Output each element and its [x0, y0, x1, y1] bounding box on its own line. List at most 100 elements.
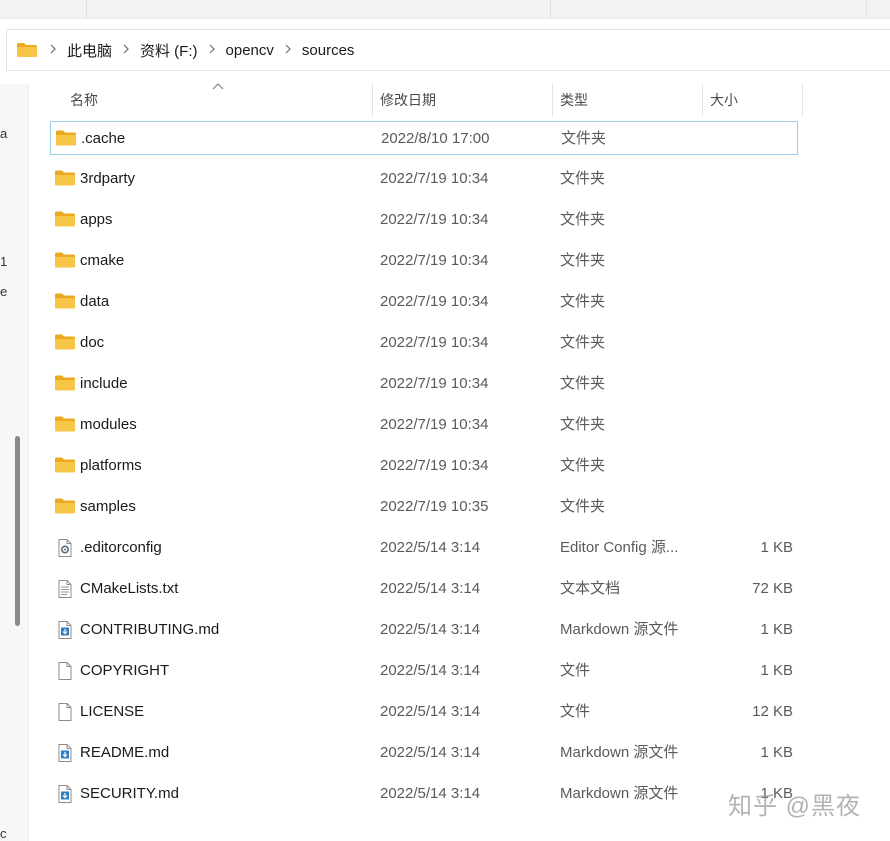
- chevron-right-icon: [204, 43, 220, 57]
- file-size: 1 KB: [760, 539, 793, 556]
- file-type: Markdown 源文件: [560, 744, 679, 761]
- breadcrumb-item[interactable]: 资料 (F:): [134, 40, 204, 61]
- file-row[interactable]: .cache 2022/8/10 17:00 文件夹: [50, 121, 798, 155]
- file-name: SECURITY.md: [80, 785, 179, 802]
- file-date: 2022/5/14 3:14: [380, 744, 481, 761]
- file-name: cmake: [80, 252, 125, 269]
- file-date: 2022/7/19 10:34: [380, 457, 489, 474]
- file-row[interactable]: cmake 2022/7/19 10:34 文件夹: [50, 244, 798, 278]
- file-row[interactable]: LICENSE 2022/5/14 3:14 文件 12 KB: [50, 695, 798, 729]
- file-size: 1 KB: [760, 621, 793, 638]
- folder-icon: [17, 43, 37, 57]
- file-row[interactable]: modules 2022/7/19 10:34 文件夹: [50, 408, 798, 442]
- column-divider[interactable]: [802, 84, 803, 116]
- file-type: 文件夹: [560, 416, 606, 433]
- text-file-icon: [55, 580, 75, 598]
- file-size: 72 KB: [752, 580, 793, 597]
- nav-pane-text: a: [0, 126, 8, 141]
- folder-icon: [55, 252, 75, 270]
- file-date: 2022/5/14 3:14: [380, 580, 481, 597]
- file-name: LICENSE: [80, 703, 145, 720]
- folder-icon: [55, 375, 75, 393]
- file-row[interactable]: samples 2022/7/19 10:35 文件夹: [50, 490, 798, 524]
- file-name: samples: [80, 498, 136, 515]
- window-top-strip: [0, 0, 890, 19]
- folder-icon: [55, 211, 75, 229]
- file-type: 文件夹: [560, 170, 606, 187]
- file-date: 2022/7/19 10:34: [380, 293, 489, 310]
- file-row[interactable]: include 2022/7/19 10:34 文件夹: [50, 367, 798, 401]
- file-row[interactable]: doc 2022/7/19 10:34 文件夹: [50, 326, 798, 360]
- file-date: 2022/7/19 10:34: [380, 416, 489, 433]
- file-date: 2022/5/14 3:14: [380, 662, 481, 679]
- folder-icon: [55, 293, 75, 311]
- column-header-size[interactable]: 大小: [702, 80, 802, 120]
- file-type: 文件夹: [560, 334, 606, 351]
- column-header-type[interactable]: 类型: [552, 80, 702, 120]
- file-date: 2022/5/14 3:14: [380, 539, 481, 556]
- file-date: 2022/7/19 10:34: [380, 211, 489, 228]
- file-type: 文件夹: [561, 130, 607, 147]
- file-name: platforms: [80, 457, 142, 474]
- file-name: apps: [80, 211, 113, 228]
- file-row[interactable]: apps 2022/7/19 10:34 文件夹: [50, 203, 798, 237]
- file-date: 2022/5/14 3:14: [380, 621, 481, 638]
- breadcrumb-item[interactable]: opencv: [220, 42, 280, 59]
- chevron-right-icon: [45, 43, 61, 57]
- folder-icon: [55, 498, 75, 516]
- file-date: 2022/7/19 10:34: [380, 334, 489, 351]
- breadcrumb-item[interactable]: 此电脑: [61, 40, 118, 61]
- file-type: 文件夹: [560, 211, 606, 228]
- file-date: 2022/7/19 10:34: [380, 170, 489, 187]
- file-type: Editor Config 源...: [560, 539, 679, 556]
- file-row[interactable]: COPYRIGHT 2022/5/14 3:14 文件 1 KB: [50, 654, 798, 688]
- file-date: 2022/5/14 3:14: [380, 703, 481, 720]
- chevron-right-icon: [280, 43, 296, 57]
- nav-pane-text: 1: [0, 254, 8, 269]
- file-row[interactable]: SECURITY.md 2022/5/14 3:14 Markdown 源文件 1 K…: [50, 777, 798, 811]
- config-file-icon: [55, 539, 75, 557]
- file-date: 2022/7/19 10:34: [380, 252, 489, 269]
- file-row[interactable]: README.md 2022/5/14 3:14 Markdown 源文件 1 KB: [50, 736, 798, 770]
- file-date: 2022/8/10 17:00: [381, 130, 490, 147]
- file-name: doc: [80, 334, 105, 351]
- file-size: 1 KB: [760, 662, 793, 679]
- file-name: .cache: [81, 130, 126, 147]
- navigation-pane: a 1 e c: [0, 84, 29, 841]
- file-row[interactable]: .editorconfig 2022/5/14 3:14 Editor Config…: [50, 531, 798, 565]
- column-header-date[interactable]: 修改日期: [372, 80, 552, 120]
- folder-icon: [56, 130, 76, 148]
- file-type: 文件: [560, 662, 591, 679]
- top-strip-segment: [86, 0, 551, 18]
- file-type: 文件夹: [560, 375, 606, 392]
- file-type: Markdown 源文件: [560, 621, 679, 638]
- blank-file-icon: [55, 703, 75, 721]
- top-strip-segment: [550, 0, 867, 18]
- file-date: 2022/7/19 10:35: [380, 498, 489, 515]
- file-type: 文件夹: [560, 498, 606, 515]
- file-date: 2022/7/19 10:34: [380, 375, 489, 392]
- folder-icon: [55, 334, 75, 352]
- file-row[interactable]: platforms 2022/7/19 10:34 文件夹: [50, 449, 798, 483]
- nav-pane-scrollbar[interactable]: [15, 436, 20, 626]
- file-type: 文件: [560, 703, 591, 720]
- nav-pane-text: c: [0, 826, 7, 841]
- file-name: COPYRIGHT: [80, 662, 170, 679]
- markdown-file-icon: [55, 621, 75, 639]
- file-row[interactable]: data 2022/7/19 10:34 文件夹: [50, 285, 798, 319]
- file-name: CONTRIBUTING.md: [80, 621, 220, 638]
- file-name: 3rdparty: [80, 170, 136, 187]
- file-row[interactable]: CMakeLists.txt 2022/5/14 3:14 文本文档 72 KB: [50, 572, 798, 606]
- breadcrumb[interactable]: 此电脑 资料 (F:) opencv sources: [6, 29, 890, 71]
- column-header-name[interactable]: 名称: [62, 80, 372, 120]
- file-row[interactable]: CONTRIBUTING.md 2022/5/14 3:14 Markdown 源文…: [50, 613, 798, 647]
- blank-file-icon: [55, 662, 75, 680]
- column-header-row: 名称 修改日期 类型 大小: [28, 80, 890, 120]
- folder-icon: [55, 457, 75, 475]
- folder-icon: [55, 416, 75, 434]
- file-name: include: [80, 375, 128, 392]
- file-name: CMakeLists.txt: [80, 580, 179, 597]
- nav-pane-text: e: [0, 284, 8, 299]
- file-row[interactable]: 3rdparty 2022/7/19 10:34 文件夹: [50, 162, 798, 196]
- breadcrumb-item[interactable]: sources: [296, 42, 361, 59]
